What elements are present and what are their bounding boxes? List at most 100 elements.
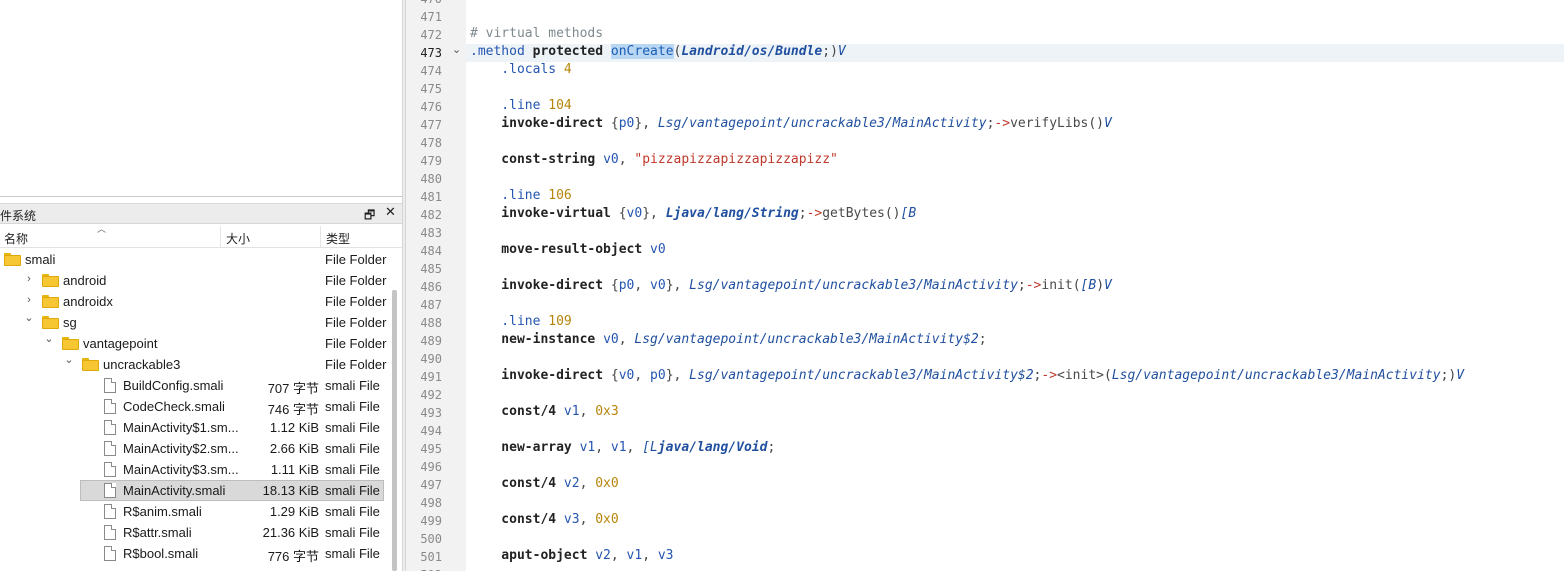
line-number: 481	[420, 190, 442, 204]
code-token: <init>	[1057, 368, 1104, 383]
code-token: .line	[470, 314, 549, 329]
code-line[interactable]: .method protected onCreate(Landroid/os/B…	[470, 44, 846, 59]
code-token: 4	[563, 62, 572, 77]
tree-file-row[interactable]: MainActivity$1.sm... 1.12 KiB smali File	[0, 417, 392, 438]
column-separator[interactable]	[320, 226, 321, 248]
code-line[interactable]: const/4 v3, 0x0	[470, 512, 618, 527]
code-line[interactable]: new-array v1, v1, [Ljava/lang/Void;	[470, 440, 775, 455]
code-token: v3	[563, 512, 580, 527]
tree-file-row[interactable]: R$anim.smali 1.29 KiB smali File	[0, 501, 392, 522]
code-token: v0	[618, 368, 635, 383]
tree-item-name: BuildConfig.smali	[123, 378, 224, 393]
code-token: Lsg/vantagepoint/uncrackable3/MainActivi…	[634, 332, 979, 347]
line-number: 487	[420, 298, 442, 312]
fold-toggle-icon[interactable]: ⌄	[452, 43, 461, 56]
code-line[interactable]: .line 104	[470, 98, 571, 113]
line-number: 475	[420, 82, 442, 96]
code-line[interactable]: const-string v0, "pizzapizzapizzapizzapi…	[470, 152, 838, 167]
code-token: protected	[532, 44, 611, 59]
line-number: 501	[420, 550, 442, 564]
column-separator[interactable]	[220, 226, 221, 248]
file-icon	[104, 420, 116, 435]
code-line[interactable]: invoke-direct {p0, v0}, Lsg/vantagepoint…	[470, 278, 1112, 293]
restore-window-icon[interactable]: 🗗	[364, 206, 375, 227]
tree-file-row[interactable]: MainActivity$3.sm... 1.11 KiB smali File	[0, 459, 392, 480]
tree-folder-row[interactable]: ⌄ sg File Folder	[0, 312, 392, 333]
file-icon	[104, 546, 116, 561]
tree-file-row[interactable]: MainActivity.smali 18.13 KiB smali File	[0, 480, 392, 501]
code-token: ,	[634, 278, 651, 293]
code-line[interactable]: move-result-object v0	[470, 242, 665, 257]
panel-title: 件系统	[0, 209, 37, 223]
code-token: ,	[642, 548, 658, 563]
code-token: V	[837, 44, 846, 59]
line-number: 470	[406, 0, 442, 6]
tree-item-type: smali File	[325, 504, 380, 519]
code-token: v0	[626, 206, 643, 221]
chevron-down-icon[interactable]: ⌄	[24, 311, 34, 324]
tree-folder-row[interactable]: › android File Folder	[0, 270, 392, 291]
tree-file-row[interactable]: CodeCheck.smali 746 字节 smali File	[0, 396, 392, 417]
tree-file-row[interactable]: BuildConfig.smali 707 字节 smali File	[0, 375, 392, 396]
line-number: 494	[420, 424, 442, 438]
code-token: const-string	[470, 152, 604, 167]
line-number: 497	[420, 478, 442, 492]
line-number: 476	[420, 100, 442, 114]
file-icon	[104, 441, 116, 456]
code-token: ->	[994, 116, 1011, 131]
folder-icon	[42, 274, 59, 287]
tree-item-name: vantagepoint	[83, 336, 158, 351]
code-line[interactable]: .line 109	[470, 314, 572, 329]
line-number: 488	[420, 316, 442, 330]
column-type[interactable]: 类型	[326, 230, 350, 247]
code-token: ;	[767, 440, 776, 455]
line-number: 480	[420, 172, 442, 186]
tree-folder-row[interactable]: ⌄ uncrackable3 File Folder	[0, 354, 392, 375]
tree-file-row[interactable]: R$attr.smali 21.36 KiB smali File	[0, 522, 392, 543]
upper-panel	[0, 0, 402, 197]
code-token: [L	[642, 440, 658, 455]
code-token: ->	[1041, 368, 1058, 383]
tree-item-size: 2.66 KiB	[269, 441, 319, 456]
code-token: 0x3	[595, 404, 619, 419]
tree-folder-row[interactable]: smali File Folder	[0, 249, 392, 270]
code-line[interactable]: # virtual methods	[470, 26, 603, 41]
tree-item-type: smali File	[325, 378, 380, 393]
tree-folder-row[interactable]: › androidx File Folder	[0, 291, 392, 312]
code-line[interactable]: .line 106	[470, 188, 571, 203]
line-number: 493	[420, 406, 442, 420]
chevron-right-icon[interactable]: ›	[24, 294, 34, 306]
code-line[interactable]: const/4 v1, 0x3	[470, 404, 619, 419]
line-number: 498	[420, 496, 442, 510]
tree-item-name: R$attr.smali	[123, 525, 192, 540]
code-line[interactable]: new-instance v0, Lsg/vantagepoint/uncrac…	[470, 332, 986, 347]
code-token: init	[1041, 278, 1073, 293]
tree-item-type: File Folder	[325, 252, 387, 267]
tree-item-name: androidx	[63, 294, 113, 309]
code-token: ;	[1017, 278, 1026, 293]
tree-scrollbar[interactable]	[392, 290, 397, 571]
code-token: v1	[626, 548, 643, 563]
code-line[interactable]: invoke-direct {p0}, Lsg/vantagepoint/unc…	[470, 116, 1112, 131]
code-token: v1	[563, 404, 580, 419]
chevron-right-icon[interactable]: ›	[24, 273, 34, 285]
tree-item-size: 1.12 KiB	[269, 420, 319, 435]
code-line[interactable]: const/4 v2, 0x0	[470, 476, 618, 491]
chevron-down-icon[interactable]: ⌄	[44, 332, 54, 345]
code-line[interactable]: invoke-direct {v0, p0}, Lsg/vantagepoint…	[470, 368, 1464, 383]
code-line[interactable]: invoke-virtual {v0}, Ljava/lang/String;-…	[470, 206, 916, 221]
code-token: 109	[548, 314, 572, 329]
chevron-down-icon[interactable]: ⌄	[64, 353, 74, 366]
code-line[interactable]: .locals 4	[470, 62, 572, 77]
column-name[interactable]: 名称	[4, 230, 28, 247]
code-line[interactable]: aput-object v2, v1, v3	[470, 548, 673, 563]
code-token: const/4	[470, 404, 564, 419]
close-icon[interactable]: ✕	[385, 205, 396, 220]
tree-file-row[interactable]: MainActivity$2.sm... 2.66 KiB smali File	[0, 438, 392, 459]
tree-folder-row[interactable]: ⌄ vantagepoint File Folder	[0, 333, 392, 354]
tree-item-type: File Folder	[325, 315, 387, 330]
code-token: ()	[884, 206, 901, 221]
code-token: .locals	[470, 62, 564, 77]
column-size[interactable]: 大小	[226, 230, 250, 247]
tree-file-row[interactable]: R$bool.smali 776 字节 smali File	[0, 543, 392, 564]
